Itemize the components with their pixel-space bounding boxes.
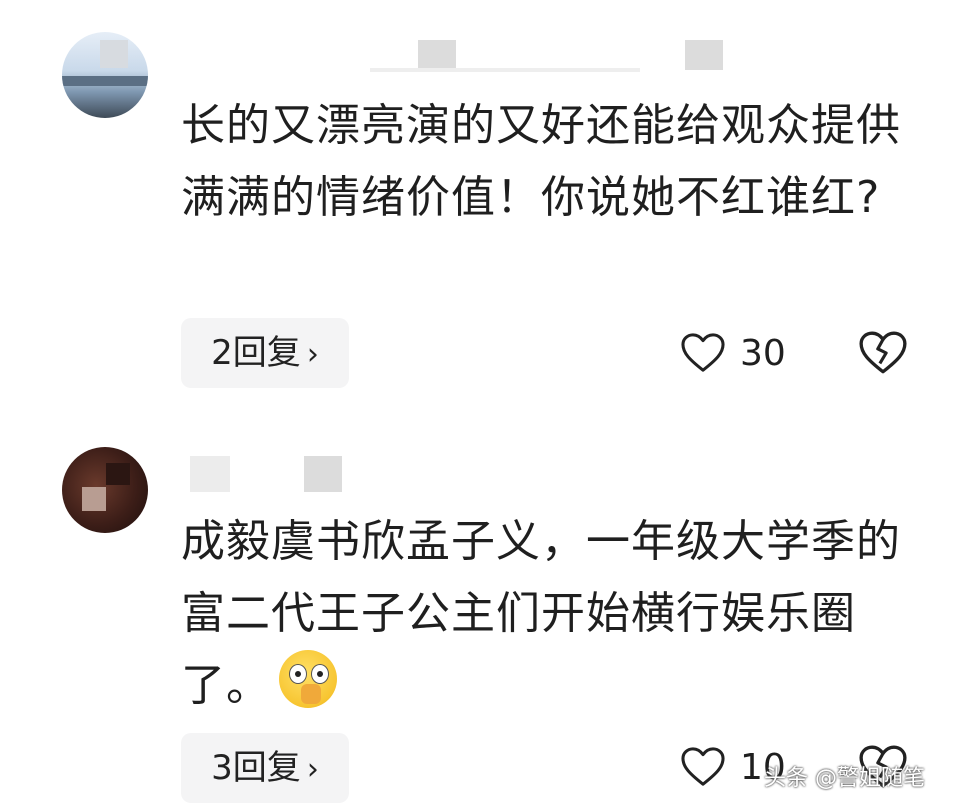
replies-label: 3回复 — [211, 748, 301, 788]
replies-label: 2回复 — [211, 333, 301, 373]
like-button[interactable]: 30 — [680, 328, 786, 378]
username-redacted[interactable] — [418, 40, 456, 70]
comment-text: 长的又漂亮演的又好还能给观众提供满满的情绪价值！你说她不红谁红? — [181, 100, 901, 223]
user-avatar[interactable] — [62, 447, 148, 533]
chevron-right-icon: › — [306, 337, 319, 372]
replies-button[interactable]: 2回复 › — [181, 318, 349, 388]
chevron-right-icon: › — [306, 752, 319, 787]
username-redacted — [304, 456, 342, 492]
avatar-mosaic — [82, 487, 106, 511]
avatar-mosaic — [62, 76, 148, 86]
user-avatar[interactable] — [62, 32, 148, 118]
heart-outline-icon — [681, 333, 725, 372]
avatar-mosaic — [106, 463, 130, 485]
like-count: 30 — [740, 332, 786, 374]
comment-text: 成毅虞书欣孟子义，一年级大学季的富二代王子公主们开始横行娱乐圈了。 — [181, 506, 911, 722]
username-redacted[interactable] — [190, 456, 230, 492]
heart-outline-icon — [681, 747, 725, 786]
flushed-hand-over-mouth-emoji — [279, 650, 337, 708]
watermark: 头条 @警姐随笔 — [764, 766, 925, 791]
avatar-mosaic — [100, 40, 128, 68]
username-redacted — [685, 40, 723, 70]
broken-heart-icon[interactable] — [858, 330, 908, 376]
username-redacted — [370, 68, 640, 72]
replies-button[interactable]: 3回复 › — [181, 733, 349, 803]
